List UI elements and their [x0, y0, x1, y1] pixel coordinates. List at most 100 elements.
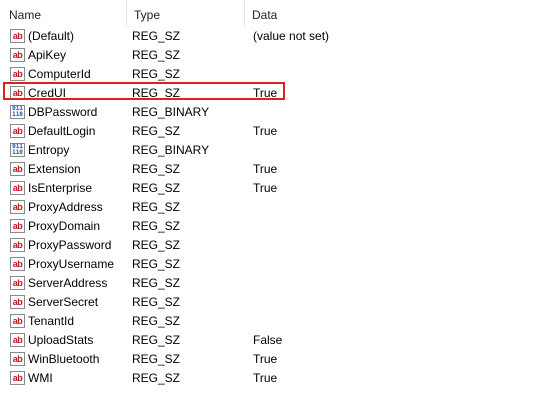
value-name-cell: ab IsEnterprise [0, 179, 127, 198]
binary-value-icon: 011 110 [10, 143, 25, 157]
value-data [253, 293, 543, 312]
registry-value-row[interactable]: ab ServerSecret REG_SZ [0, 293, 554, 312]
value-data [253, 312, 543, 331]
value-name: (Default) [28, 29, 75, 43]
string-value-icon: ab [10, 276, 25, 290]
value-name-cell: 011 110 Entropy [0, 141, 127, 160]
value-data: True [253, 86, 278, 100]
value-type: REG_SZ [132, 200, 181, 214]
value-name: DBPassword [28, 105, 98, 119]
value-data [253, 141, 543, 160]
registry-value-row[interactable]: ab ServerAddress REG_SZ [0, 274, 554, 293]
value-name: ProxyAddress [28, 200, 103, 214]
string-value-icon: ab [10, 48, 25, 62]
registry-value-row[interactable]: 011 110 Entropy REG_BINARY [0, 141, 554, 160]
value-name-cell: 011 110 DBPassword [0, 103, 127, 122]
value-name: ProxyDomain [28, 219, 101, 233]
value-name-cell: ab WinBluetooth [0, 350, 127, 369]
value-data: True [253, 371, 278, 385]
value-data: True [253, 124, 278, 138]
registry-value-row[interactable]: ab ProxyPassword REG_SZ [0, 236, 554, 255]
value-name: IsEnterprise [28, 181, 93, 195]
value-data: (value not set) [253, 29, 330, 43]
registry-value-row[interactable]: ab DefaultLogin REG_SZ True [0, 122, 554, 141]
string-value-icon: ab [10, 257, 25, 271]
string-value-icon: ab [10, 295, 25, 309]
column-header-name[interactable]: Name [0, 0, 127, 27]
registry-value-row[interactable]: ab ApiKey REG_SZ [0, 46, 554, 65]
value-type: REG_SZ [132, 181, 181, 195]
value-data: True [253, 162, 278, 176]
registry-value-row[interactable]: ab TenantId REG_SZ [0, 312, 554, 331]
value-name-cell: ab CredUI [0, 84, 127, 103]
value-name: ProxyUsername [28, 257, 115, 271]
registry-value-row[interactable]: 011 110 DBPassword REG_BINARY [0, 103, 554, 122]
value-type: REG_SZ [132, 295, 181, 309]
value-type: REG_SZ [132, 162, 181, 176]
string-value-icon: ab [10, 314, 25, 328]
value-name-cell: ab ProxyPassword [0, 236, 127, 255]
value-name: ComputerId [28, 67, 91, 81]
value-data [253, 198, 543, 217]
value-type: REG_SZ [132, 257, 181, 271]
value-type: REG_SZ [132, 48, 181, 62]
value-name-cell: ab DefaultLogin [0, 122, 127, 141]
registry-value-row[interactable]: ab WinBluetooth REG_SZ True [0, 350, 554, 369]
string-value-icon: ab [10, 124, 25, 138]
registry-value-row[interactable]: ab ProxyAddress REG_SZ [0, 198, 554, 217]
registry-value-row[interactable]: ab Extension REG_SZ True [0, 160, 554, 179]
value-name: WinBluetooth [28, 352, 100, 366]
column-header-data[interactable]: Data [245, 0, 554, 27]
value-type: REG_SZ [132, 124, 181, 138]
value-type: REG_SZ [132, 219, 181, 233]
list-header: Name Type Data [0, 0, 554, 27]
value-name: CredUI [28, 86, 67, 100]
value-name-cell: ab WMI [0, 369, 127, 388]
registry-value-row[interactable]: ab ProxyDomain REG_SZ [0, 217, 554, 236]
value-type: REG_SZ [132, 314, 181, 328]
string-value-icon: ab [10, 352, 25, 366]
string-value-icon: ab [10, 86, 25, 100]
value-name-cell: ab TenantId [0, 312, 127, 331]
string-value-icon: ab [10, 29, 25, 43]
value-data [253, 103, 543, 122]
value-type: REG_SZ [132, 276, 181, 290]
value-name: ServerAddress [28, 276, 108, 290]
registry-values-list: ab (Default) REG_SZ (value not set) ab ApiKey… [0, 27, 554, 388]
value-name: ProxyPassword [28, 238, 112, 252]
value-data: True [253, 181, 278, 195]
value-name-cell: ab ComputerId [0, 65, 127, 84]
value-type: REG_SZ [132, 352, 181, 366]
registry-value-row[interactable]: ab CredUI REG_SZ True [0, 84, 554, 103]
registry-value-row[interactable]: ab IsEnterprise REG_SZ True [0, 179, 554, 198]
value-data [253, 65, 543, 84]
column-header-type[interactable]: Type [127, 0, 245, 27]
value-type: REG_SZ [132, 371, 181, 385]
value-data [253, 217, 543, 236]
value-name-cell: ab ProxyDomain [0, 217, 127, 236]
value-name-cell: ab UploadStats [0, 331, 127, 350]
value-type: REG_BINARY [132, 105, 210, 119]
value-name-cell: ab ProxyAddress [0, 198, 127, 217]
value-data [253, 46, 543, 65]
value-name-cell: ab ProxyUsername [0, 255, 127, 274]
value-name: UploadStats [28, 333, 94, 347]
registry-value-row[interactable]: ab UploadStats REG_SZ False [0, 331, 554, 350]
value-data [253, 236, 543, 255]
value-name-cell: ab ServerSecret [0, 293, 127, 312]
string-value-icon: ab [10, 219, 25, 233]
string-value-icon: ab [10, 181, 25, 195]
value-name-cell: ab ApiKey [0, 46, 127, 65]
value-name: ApiKey [28, 48, 67, 62]
value-type: REG_SZ [132, 333, 181, 347]
registry-value-row[interactable]: ab ComputerId REG_SZ [0, 65, 554, 84]
registry-value-row[interactable]: ab WMI REG_SZ True [0, 369, 554, 388]
registry-value-row[interactable]: ab ProxyUsername REG_SZ [0, 255, 554, 274]
registry-value-row[interactable]: ab (Default) REG_SZ (value not set) [0, 27, 554, 46]
value-data: False [253, 333, 283, 347]
binary-value-icon: 011 110 [10, 105, 25, 119]
value-name-cell: ab ServerAddress [0, 274, 127, 293]
value-data [253, 255, 543, 274]
string-value-icon: ab [10, 333, 25, 347]
value-type: REG_BINARY [132, 143, 210, 157]
